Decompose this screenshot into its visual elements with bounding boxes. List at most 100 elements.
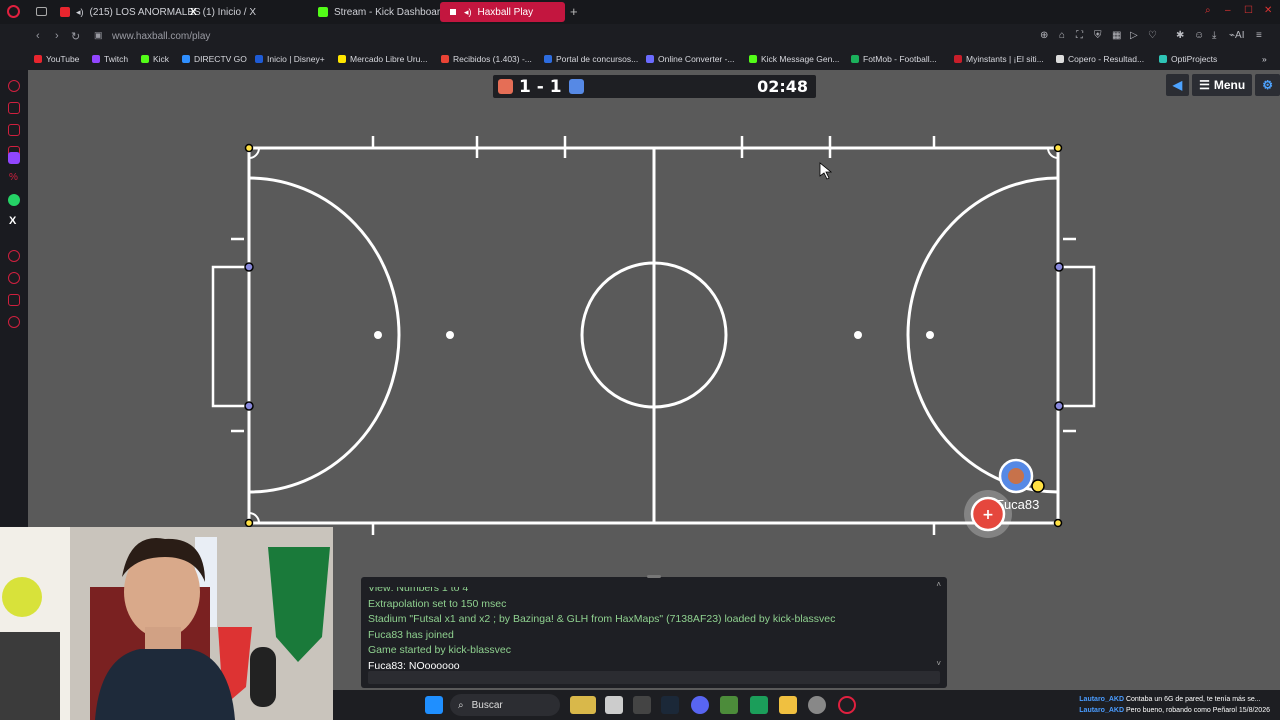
chat-resize-handle[interactable] (647, 575, 661, 578)
obs-icon[interactable] (808, 696, 826, 714)
zoom-icon[interactable]: ⊕ (1040, 30, 1048, 41)
speaker-icon: ◂) (464, 6, 472, 17)
snapshot-icon[interactable]: ⌂ (1059, 30, 1065, 41)
messenger-icon[interactable] (8, 124, 20, 136)
taskbar-search[interactable]: ⌕ Buscar (450, 694, 560, 716)
back-icon[interactable]: ‹ (36, 30, 40, 42)
bookmarks-bar: YouTube Twitch Kick DIRECTV GO Inicio | Disn… (0, 50, 1280, 70)
shield-icon[interactable]: ⛨ (1094, 30, 1102, 41)
tab-kick-dashboard[interactable]: Stream - Kick Dashboard (310, 2, 454, 22)
task-view-icon[interactable] (605, 696, 623, 714)
percent-icon[interactable]: % (9, 172, 18, 183)
discord-icon[interactable] (691, 696, 709, 714)
chat-scroll-up-icon[interactable]: ˄ (936, 580, 941, 589)
tab-x[interactable]: X (1) Inicio / X (182, 2, 264, 22)
settings-button[interactable]: ⚙ (1255, 74, 1280, 96)
bookmark-favicon-icon (544, 55, 552, 63)
opera-taskbar-icon[interactable] (838, 696, 856, 714)
windows-start-icon[interactable] (425, 696, 443, 714)
scoreboard: 1 - 1 02:48 (493, 75, 816, 98)
download-icon[interactable]: ⤓ (1212, 30, 1216, 41)
bookmark-label: Kick Message Gen... (761, 54, 840, 64)
blue-player (998, 458, 1034, 494)
bookmark-item[interactable]: Mercado Libre Uru... (338, 54, 427, 64)
bookmark-favicon-icon (34, 55, 42, 63)
bookmark-item[interactable]: OptiProjects (1159, 54, 1217, 64)
speaker-icon: ◂) (76, 6, 84, 17)
chat-user: Lautaro_AKD (1079, 707, 1125, 714)
settings-icon[interactable] (8, 316, 20, 328)
history-icon[interactable] (8, 80, 20, 92)
ai-icon[interactable]: ⌁AI (1229, 30, 1244, 41)
search-placeholder: Buscar (471, 699, 503, 711)
minimize-icon[interactable]: – (1225, 5, 1231, 16)
bookmark-favicon-icon (954, 55, 962, 63)
steam-icon[interactable] (661, 696, 679, 714)
spreadsheet-icon[interactable] (750, 696, 768, 714)
maximize-icon[interactable]: ☐ (1244, 5, 1253, 16)
bookmark-item[interactable]: Portal de concursos... (544, 54, 638, 64)
epic-games-icon[interactable] (633, 696, 651, 714)
clock-icon[interactable] (8, 272, 20, 284)
play-icon[interactable]: ▷ (1130, 30, 1138, 41)
heart-icon[interactable]: ♡ (1148, 30, 1157, 41)
bookmark-label: FotMob - Football... (863, 54, 937, 64)
shopping-bag-icon[interactable] (8, 102, 20, 114)
game-timer: 02:48 (757, 77, 808, 96)
workspaces-icon[interactable] (36, 7, 47, 16)
bookmark-item[interactable]: Twitch (92, 54, 128, 64)
bookmark-item[interactable]: YouTube (34, 54, 79, 64)
x-icon[interactable]: X (9, 215, 16, 227)
lock-icon: ▣ (94, 30, 103, 40)
url-field[interactable]: www.haxball.com/play (112, 31, 210, 42)
bookmark-item[interactable]: Myinstants | ¡El siti... (954, 54, 1044, 64)
menu-icon[interactable]: ≡ (1256, 30, 1262, 41)
opera-logo-icon[interactable] (7, 5, 20, 18)
speaker-icon: ◀ (1172, 78, 1183, 92)
tab-haxball-play[interactable]: ◂) Haxball Play (440, 2, 565, 22)
haxball-icon (448, 7, 458, 17)
minecraft-icon[interactable] (720, 696, 738, 714)
bookmark-label: Recibidos (1.403) -... (453, 54, 532, 64)
windows-taskbar: ⌕ Buscar Lautaro_AKD Contaba un 6G de pa… (333, 690, 1280, 720)
x-icon: X (190, 6, 197, 18)
screenshot-icon[interactable]: ⛶ (1076, 30, 1083, 41)
browser-tab-bar: ◂) (215) LOS ANORMALES X (1) Inicio / X … (0, 0, 1280, 24)
reload-icon[interactable]: ↻ (71, 30, 80, 43)
more-bookmarks-icon[interactable]: » (1262, 54, 1267, 64)
bookmark-favicon-icon (851, 55, 859, 63)
new-tab-icon[interactable]: + (570, 4, 578, 19)
ball (1031, 479, 1045, 493)
bookmark-item[interactable]: Recibidos (1.403) -... (441, 54, 532, 64)
clock-date: 15/8/2026 (1238, 707, 1270, 714)
sound-button[interactable]: ◀ (1165, 74, 1190, 96)
search-icon[interactable]: ⌕ (1205, 5, 1211, 16)
bookmark-item[interactable]: Online Converter -... (646, 54, 735, 64)
close-icon[interactable]: ✕ (1264, 5, 1272, 16)
bookmark-item[interactable]: Kick Message Gen... (749, 54, 839, 64)
chat-message: Pero bueno, robando como Peñarol (1125, 707, 1237, 714)
puzzle-icon[interactable]: ✱ (1176, 30, 1184, 41)
cube-icon[interactable] (8, 294, 20, 306)
profile-icon[interactable]: ☺ (1194, 30, 1204, 41)
widget-icon[interactable] (570, 696, 596, 714)
bookmark-favicon-icon (441, 55, 449, 63)
whatsapp-icon[interactable] (8, 194, 20, 206)
chat-input[interactable] (368, 671, 940, 684)
bookmark-item[interactable]: Inicio | Disney+ (255, 54, 325, 64)
folder-icon[interactable] (779, 696, 797, 714)
bookmark-item[interactable]: FotMob - Football... (851, 54, 937, 64)
music-icon[interactable] (8, 250, 20, 262)
twitch-icon[interactable] (8, 152, 20, 164)
chat-scroll-down-icon[interactable]: ˅ (936, 659, 941, 668)
extensions-icon[interactable]: ▦ (1112, 30, 1121, 41)
bookmark-favicon-icon (338, 55, 346, 63)
menu-button[interactable]: ☰ Menu (1192, 74, 1253, 96)
webcam-feed (0, 527, 333, 720)
bookmark-item[interactable]: Kick (141, 54, 169, 64)
address-bar: ‹ › ↻ ▣ www.haxball.com/play ⊕ ⌂ ⛶ ⛨ ▦ ▷… (0, 24, 1280, 50)
forward-icon[interactable]: › (55, 30, 59, 42)
bookmark-item[interactable]: Copero - Resultad... (1056, 54, 1144, 64)
bookmark-item[interactable]: DIRECTV GO (182, 54, 247, 64)
right-goal (1058, 265, 1096, 408)
